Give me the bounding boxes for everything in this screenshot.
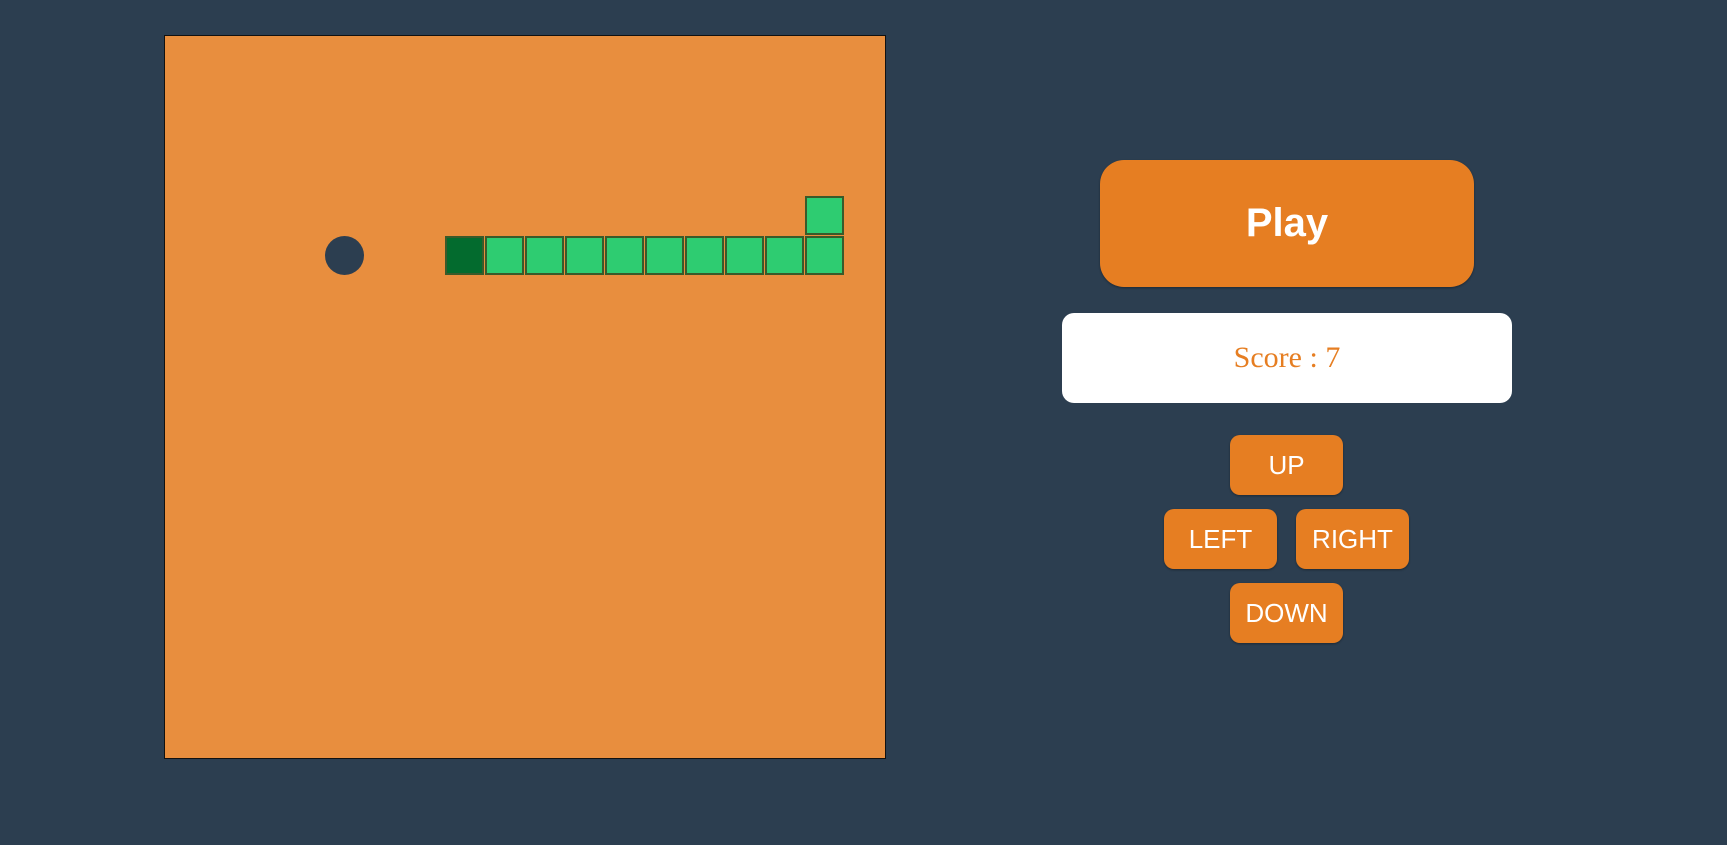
score-display: Score : 7 bbox=[1062, 313, 1512, 403]
left-button[interactable]: LEFT bbox=[1164, 509, 1277, 569]
snake-segment bbox=[725, 236, 764, 275]
snake-segment bbox=[485, 236, 524, 275]
down-button[interactable]: DOWN bbox=[1230, 583, 1343, 643]
up-button[interactable]: UP bbox=[1230, 435, 1343, 495]
snake-segment bbox=[605, 236, 644, 275]
snake-segment bbox=[525, 236, 564, 275]
snake-segment bbox=[685, 236, 724, 275]
snake-segment bbox=[565, 236, 604, 275]
game-board bbox=[164, 35, 886, 759]
score-text: Score : 7 bbox=[1233, 341, 1341, 374]
snake-head bbox=[445, 236, 484, 275]
food-pellet bbox=[325, 236, 364, 275]
snake-segment bbox=[765, 236, 804, 275]
snake-segment bbox=[805, 236, 844, 275]
snake-segment bbox=[645, 236, 684, 275]
right-button[interactable]: RIGHT bbox=[1296, 509, 1409, 569]
snake-segment bbox=[805, 196, 844, 235]
play-button[interactable]: Play bbox=[1100, 160, 1474, 287]
